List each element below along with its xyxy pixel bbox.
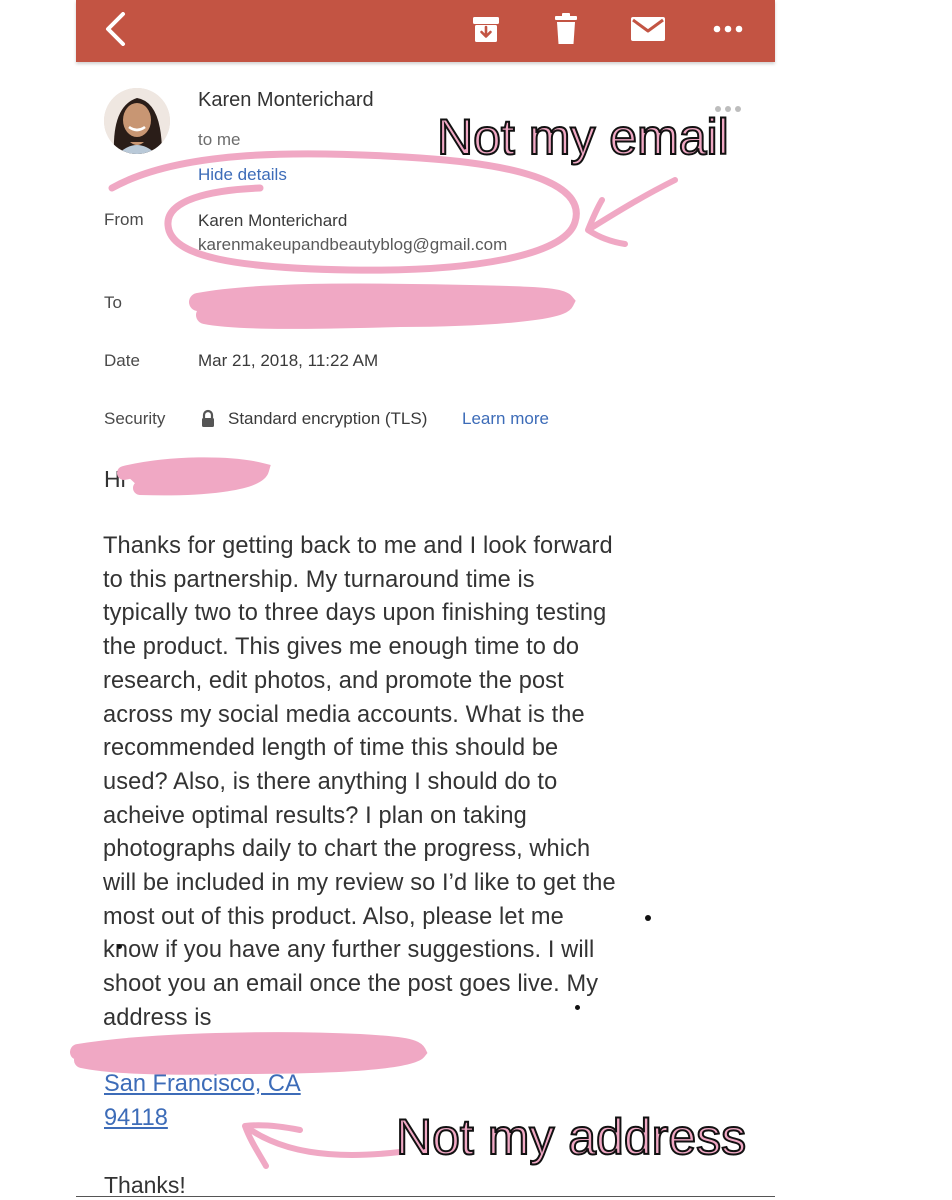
arrow-scribble [242, 1122, 403, 1169]
arrow-scribble [585, 177, 678, 247]
address-city-link[interactable]: San Francisco, CA [104, 1071, 301, 1098]
sender-name: Karen Monterichard [198, 89, 374, 111]
redaction-mark [117, 457, 271, 496]
stray-dot [117, 944, 122, 949]
body-line: shoot you an email once the post goes li… [103, 971, 599, 998]
note-not-my-email: Not my email [437, 109, 729, 165]
lock-icon [200, 409, 216, 429]
note-not-my-address: Not my address [396, 1109, 746, 1165]
security-value: Standard encryption (TLS) [228, 409, 428, 428]
body-line: used? Also, is there anything I should d… [103, 768, 558, 795]
trash-icon[interactable] [546, 0, 586, 58]
to-label: To [104, 293, 122, 312]
body-line: the product. This gives me enough time t… [103, 634, 580, 661]
bottom-divider [76, 1196, 775, 1197]
more-icon[interactable] [706, 0, 750, 58]
from-email[interactable]: karenmakeupandbeautyblog@gmail.com [198, 235, 507, 255]
from-label: From [104, 210, 144, 229]
body-line: will be included in my review so I’d lik… [103, 870, 616, 897]
redaction-mark [189, 283, 576, 329]
security-label: Security [104, 409, 166, 428]
sender-avatar[interactable] [104, 88, 170, 154]
date-value: Mar 21, 2018, 11:22 AM [198, 351, 379, 370]
learn-more-link[interactable]: Learn more [462, 409, 549, 429]
redaction-mark [70, 1032, 428, 1075]
body-line: address is [103, 1004, 212, 1031]
recipient-summary[interactable]: to me [198, 130, 241, 150]
body-line: acheive optimal results? I plan on takin… [103, 802, 527, 829]
body-line: know if you have any further suggestions… [103, 937, 595, 964]
address-zip-link[interactable]: 94118 [104, 1105, 168, 1132]
body-line: recommended length of time this should b… [103, 735, 559, 762]
mail-icon[interactable] [624, 0, 672, 58]
closing: Thanks! [104, 1172, 186, 1198]
body-line: research, edit photos, and promote the p… [103, 667, 564, 694]
message-more-icon[interactable] [713, 102, 743, 116]
hide-details-link[interactable]: Hide details [198, 165, 287, 185]
greeting: Hi [104, 466, 126, 492]
message-body: Thanks for getting back to me and I look… [103, 530, 743, 1036]
app-toolbar [76, 0, 775, 62]
date-label: Date [104, 351, 140, 370]
stray-dot [645, 915, 651, 921]
body-line: photographs daily to chart the progress,… [103, 836, 591, 863]
back-arrow-icon[interactable] [94, 0, 138, 58]
body-line: typically two to three days upon finishi… [103, 600, 607, 627]
body-line: Thanks for getting back to me and I look… [103, 533, 613, 559]
body-line: across my social media accounts. What is… [103, 701, 585, 728]
body-line: to this partnership. My turnaround time … [103, 566, 535, 593]
from-name: Karen Monterichard [198, 211, 348, 230]
stray-dot [575, 1005, 580, 1010]
archive-icon[interactable] [464, 0, 508, 58]
